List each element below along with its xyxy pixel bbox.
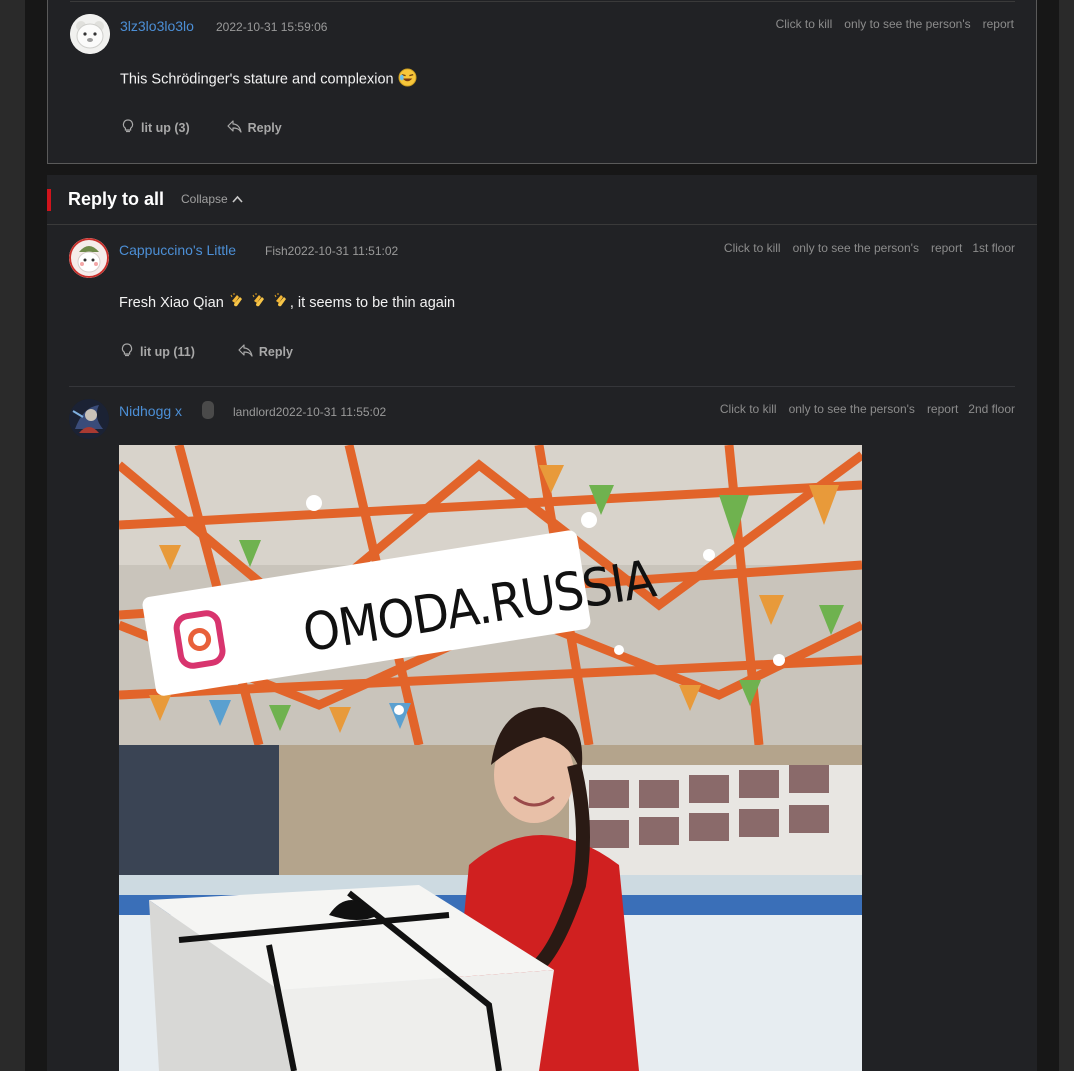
collapse-button[interactable]: Collapse	[181, 192, 243, 206]
comment-text: This Schrödinger's stature and complexio…	[120, 68, 417, 91]
reply-label: Reply	[258, 344, 293, 359]
report-link[interactable]: report	[983, 17, 1014, 31]
clapping-hands-icon	[250, 292, 268, 314]
lit-up-button[interactable]: lit up (11)	[119, 342, 195, 361]
chevron-up-icon	[232, 192, 243, 206]
click-to-kill-link[interactable]: Click to kill	[776, 17, 833, 31]
floor-label: 2nd floor	[968, 402, 1015, 416]
badge-icon	[202, 401, 214, 419]
reply-to-all-panel: Reply to all Collapse Cappuccino's Littl…	[47, 175, 1037, 1071]
username[interactable]: 3lz3lo3lo3lo	[120, 18, 194, 34]
clapping-hands-icon	[272, 292, 290, 314]
comment-buttons: lit up (3) Reply	[120, 118, 282, 137]
comment-text-suffix: , it seems to be thin again	[289, 294, 456, 311]
comment-text-body: Fresh Xiao Qian	[119, 294, 224, 311]
reply-button[interactable]: Reply	[226, 118, 282, 137]
reply-arrow-icon	[226, 118, 243, 137]
timestamp: 2022-10-31 15:59:06	[216, 20, 328, 34]
lit-up-label: lit up (3)	[141, 120, 190, 135]
divider	[70, 1, 1015, 2]
click-to-kill-link[interactable]: Click to kill	[720, 402, 777, 416]
laughing-emoji-icon	[398, 68, 417, 91]
reply-header: Reply to all Collapse	[47, 175, 1037, 225]
comment-actions: Click to kill only to see the person's r…	[720, 402, 1015, 416]
timestamp: landlord2022-10-31 11:55:02	[233, 405, 387, 419]
comment-text-body: This Schrödinger's stature and complexio…	[120, 71, 394, 88]
nested-comment-box: 3lz3lo3lo3lo 2022-10-31 15:59:06 Click t…	[47, 0, 1037, 164]
report-link[interactable]: report	[927, 402, 958, 416]
reply-label: Reply	[247, 120, 282, 135]
comment-actions: Click to kill only to see the person's r…	[776, 17, 1014, 31]
lit-up-button[interactable]: lit up (3)	[120, 118, 190, 137]
divider	[69, 386, 1015, 387]
avatar[interactable]	[70, 14, 110, 54]
report-link[interactable]: report	[931, 241, 962, 255]
collapse-label: Collapse	[181, 192, 228, 206]
comment-actions: Click to kill only to see the person's r…	[724, 241, 1015, 255]
reply-button[interactable]: Reply	[237, 342, 293, 361]
section-accent-bar	[47, 189, 51, 211]
section-title: Reply to all	[68, 189, 165, 209]
comment-photo[interactable]: OMODA.RUSSIA	[119, 445, 862, 1071]
username[interactable]: Nidhogg x	[119, 403, 182, 419]
lightbulb-icon	[120, 118, 136, 137]
only-see-person-link[interactable]: only to see the person's	[844, 17, 970, 31]
username[interactable]: Cappuccino's Little	[119, 242, 236, 258]
avatar[interactable]	[69, 238, 109, 278]
lit-up-label: lit up (11)	[140, 344, 195, 359]
comment-text: Fresh Xiao Qian , it seems to be thin ag…	[119, 292, 455, 314]
floor-label: 1st floor	[972, 241, 1015, 255]
clapping-hands-icon	[228, 292, 246, 314]
reply-arrow-icon	[237, 342, 254, 361]
only-see-person-link[interactable]: only to see the person's	[789, 402, 915, 416]
avatar[interactable]	[69, 399, 109, 439]
comment-buttons: lit up (11) Reply	[119, 342, 293, 361]
click-to-kill-link[interactable]: Click to kill	[724, 241, 781, 255]
timestamp: Fish2022-10-31 11:51:02	[265, 244, 399, 258]
only-see-person-link[interactable]: only to see the person's	[793, 241, 919, 255]
lightbulb-icon	[119, 342, 135, 361]
